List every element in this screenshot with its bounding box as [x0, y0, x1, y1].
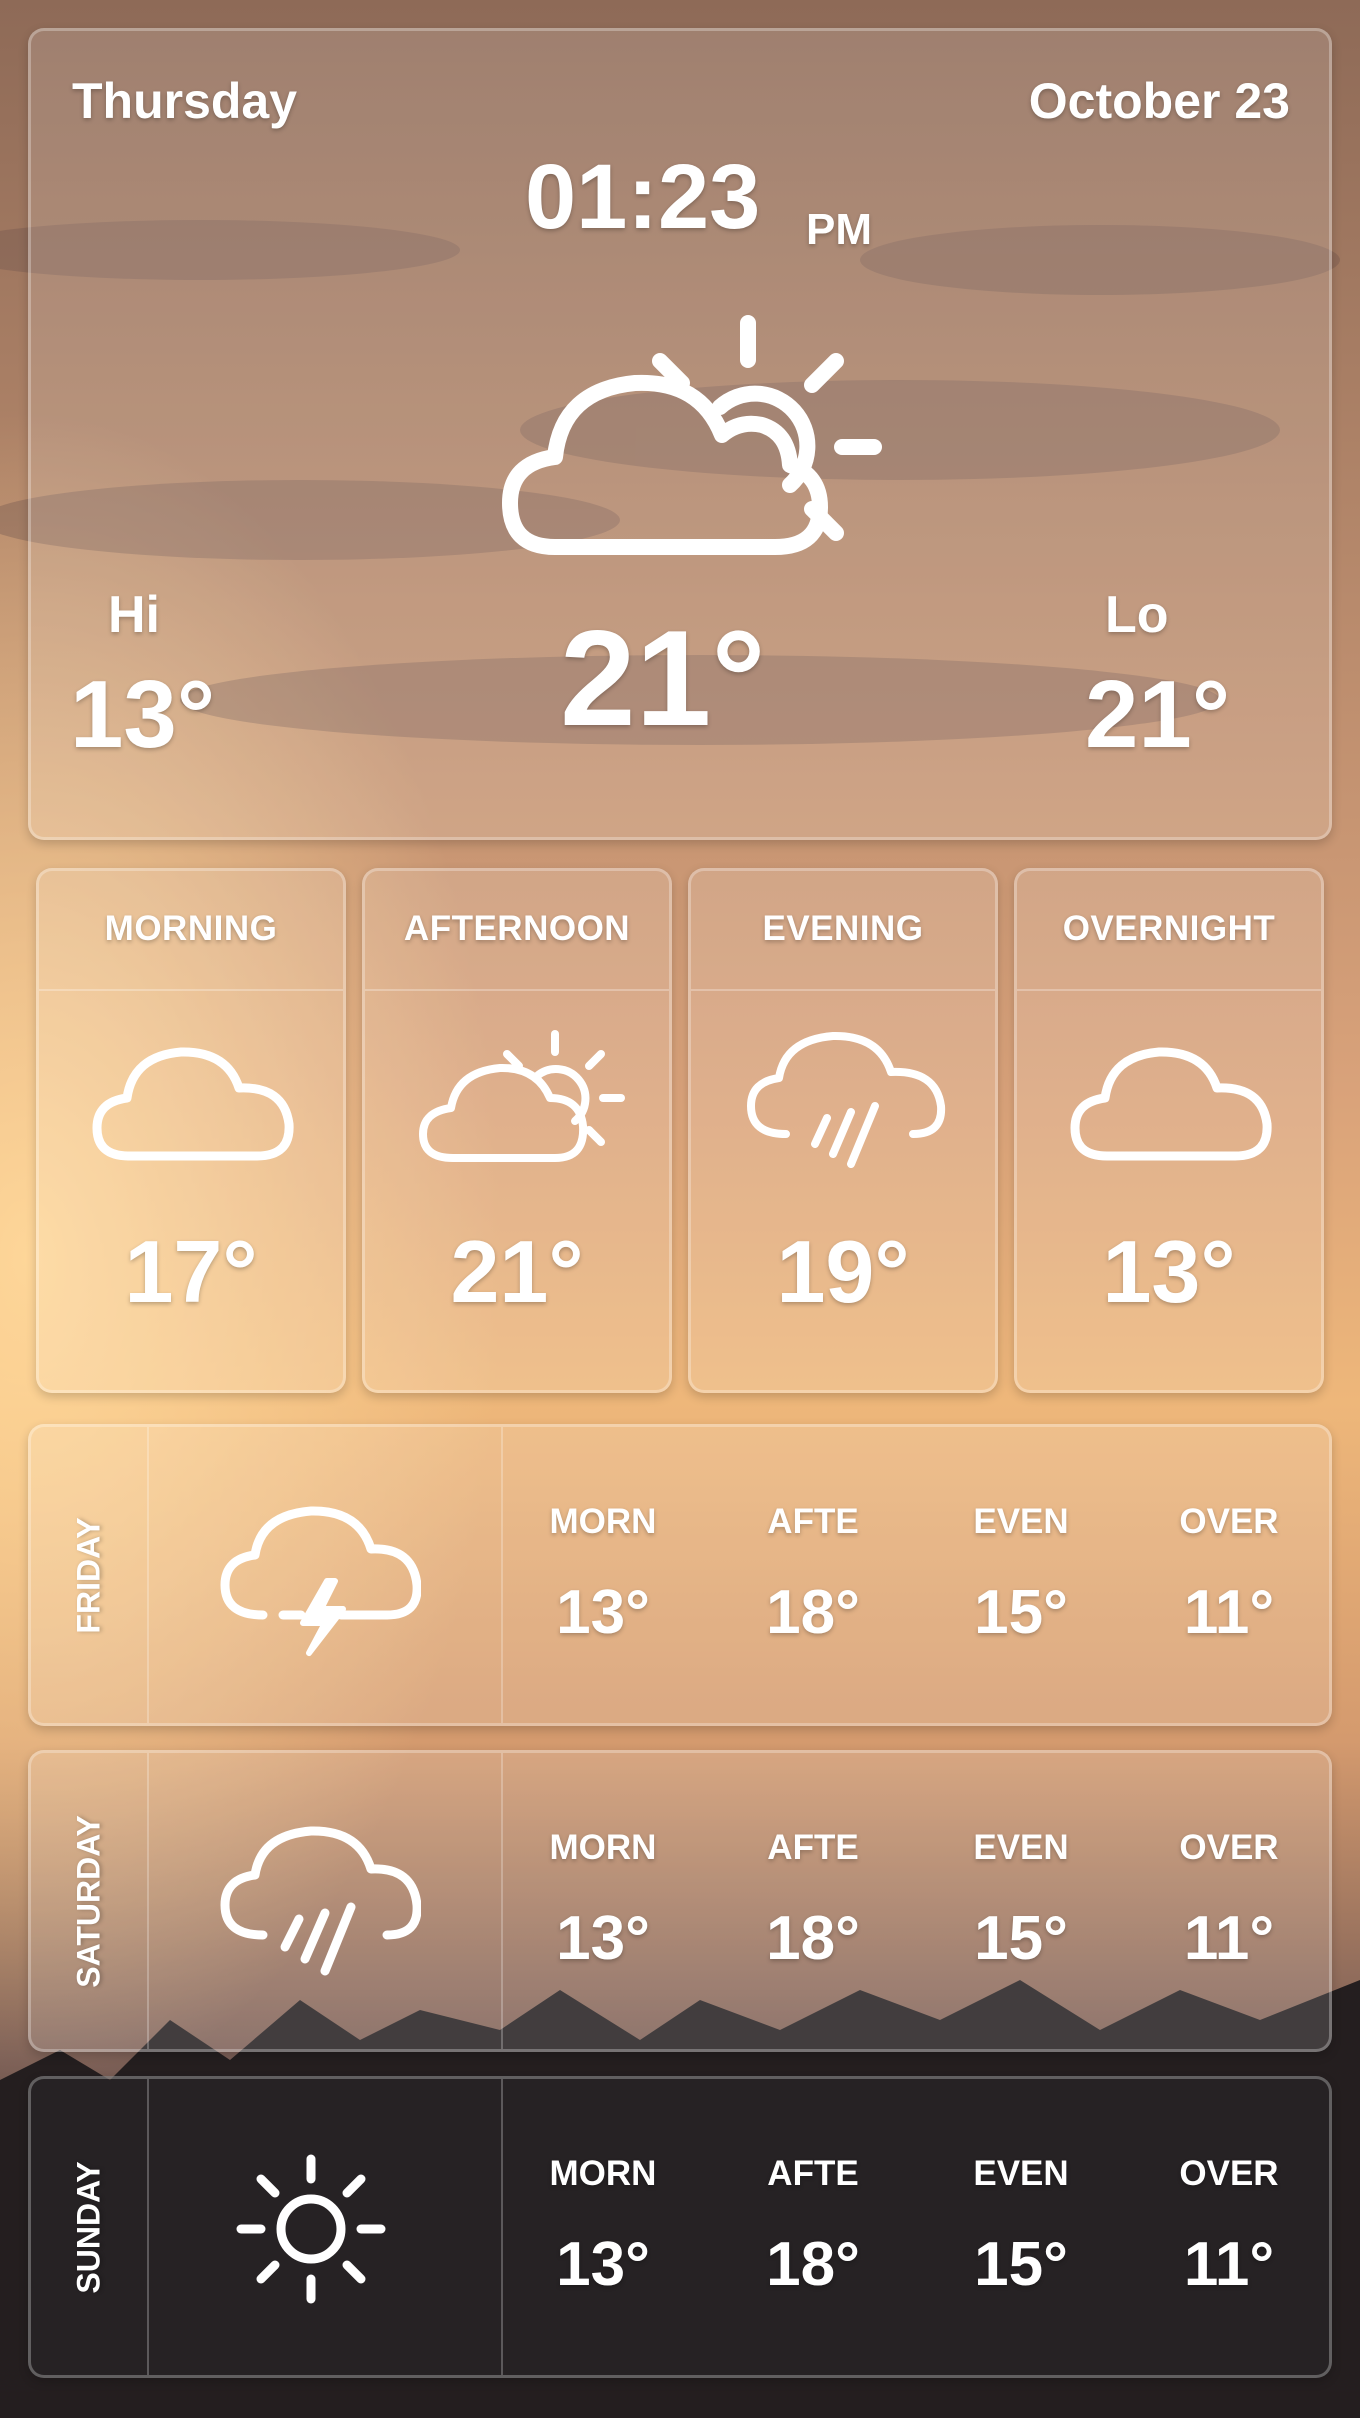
- sun-icon: [236, 2154, 386, 2304]
- forecast-col-afternoon: AFTE 18°: [708, 1753, 918, 2049]
- col-label: OVER: [1179, 1828, 1279, 1867]
- divider: [1017, 989, 1321, 991]
- thunderstorm-icon: [220, 1506, 421, 1656]
- divider: [147, 1427, 149, 1723]
- forecast-col-morning: MORN 13°: [498, 2079, 708, 2375]
- divider: [147, 1753, 149, 2049]
- current-day: Thursday: [72, 73, 298, 129]
- col-temperature: 11°: [1183, 1578, 1275, 1647]
- lo-label: Lo: [1105, 586, 1169, 644]
- forecast-col-afternoon: AFTE 18°: [708, 2079, 918, 2375]
- col-label: OVER: [1179, 1502, 1279, 1541]
- col-label: MORN: [549, 1828, 657, 1867]
- period-card-overnight[interactable]: OVERNIGHT 13°: [1014, 868, 1324, 1393]
- forecast-col-evening: EVEN 15°: [916, 1753, 1126, 2049]
- forecast-day-label: SATURDAY: [70, 1814, 107, 1988]
- divider: [39, 989, 343, 991]
- period-card-afternoon[interactable]: AFTERNOON 21°: [362, 868, 672, 1393]
- forecast-col-afternoon: AFTE 18°: [708, 1427, 918, 1723]
- period-card-evening[interactable]: EVENING 19°: [688, 868, 998, 1393]
- col-label: EVEN: [973, 1502, 1069, 1541]
- forecast-col-overnight: OVER 11°: [1124, 2079, 1334, 2375]
- period-label: EVENING: [762, 909, 924, 948]
- am-pm-indicator: PM: [806, 205, 872, 254]
- col-temperature: 11°: [1183, 2230, 1275, 2299]
- period-temperature: 19°: [776, 1222, 910, 1321]
- divider: [365, 989, 669, 991]
- col-temperature: 15°: [974, 2230, 1068, 2299]
- col-label: EVEN: [973, 2154, 1069, 2193]
- col-temperature: 18°: [766, 2230, 860, 2299]
- rain-icon: [220, 1826, 421, 1976]
- hi-label: Hi: [108, 586, 160, 644]
- col-label: MORN: [549, 1502, 657, 1541]
- period-label: MORNING: [104, 909, 278, 948]
- lo-temperature: 21°: [1085, 661, 1231, 768]
- col-label: MORN: [549, 2154, 657, 2193]
- cloud-icon: [92, 1047, 294, 1161]
- col-temperature: 18°: [766, 1578, 860, 1647]
- period-temperature: 17°: [124, 1222, 258, 1321]
- forecast-row-sunday[interactable]: SUNDAY MORN 13° AFTE 18° EVEN 15° OVER 1…: [28, 2076, 1332, 2378]
- col-temperature: 18°: [766, 1904, 860, 1973]
- col-label: AFTE: [767, 2154, 859, 2193]
- col-label: EVEN: [973, 1828, 1069, 1867]
- period-label: AFTERNOON: [403, 909, 631, 948]
- col-temperature: 13°: [556, 1904, 650, 1973]
- col-label: AFTE: [767, 1502, 859, 1541]
- forecast-col-overnight: OVER 11°: [1124, 1753, 1334, 2049]
- forecast-col-morning: MORN 13°: [498, 1427, 708, 1723]
- partly-cloudy-icon: [502, 315, 882, 555]
- forecast-col-evening: EVEN 15°: [916, 2079, 1126, 2375]
- hi-temperature: 13°: [70, 661, 216, 768]
- forecast-col-evening: EVEN 15°: [916, 1427, 1126, 1723]
- forecast-row-friday[interactable]: FRIDAY MORN 13° AFTE 18° EVEN 15° OVER 1…: [28, 1424, 1332, 1726]
- forecast-col-morning: MORN 13°: [498, 1753, 708, 2049]
- cloud-icon: [1070, 1047, 1272, 1161]
- current-time: 01:23: [525, 146, 761, 248]
- col-label: OVER: [1179, 2154, 1279, 2193]
- forecast-day-label: SUNDAY: [70, 2160, 107, 2294]
- partly-cloudy-icon: [419, 1030, 625, 1162]
- period-label: OVERNIGHT: [1062, 909, 1276, 948]
- forecast-col-overnight: OVER 11°: [1124, 1427, 1334, 1723]
- col-temperature: 11°: [1183, 1904, 1275, 1973]
- period-temperature: 13°: [1102, 1222, 1236, 1321]
- period-card-morning[interactable]: MORNING 17°: [36, 868, 346, 1393]
- col-label: AFTE: [767, 1828, 859, 1867]
- col-temperature: 15°: [974, 1578, 1068, 1647]
- divider: [147, 2079, 149, 2375]
- forecast-row-saturday[interactable]: SATURDAY MORN 13° AFTE 18° EVEN 15° OVER…: [28, 1750, 1332, 2052]
- current-temperature: 21°: [560, 602, 766, 754]
- divider: [691, 989, 995, 991]
- period-temperature: 21°: [450, 1222, 584, 1321]
- col-temperature: 13°: [556, 2230, 650, 2299]
- forecast-day-label: FRIDAY: [70, 1516, 107, 1634]
- rain-icon: [747, 1031, 946, 1168]
- col-temperature: 13°: [556, 1578, 650, 1647]
- col-temperature: 15°: [974, 1904, 1068, 1973]
- current-date: October 23: [1028, 73, 1290, 129]
